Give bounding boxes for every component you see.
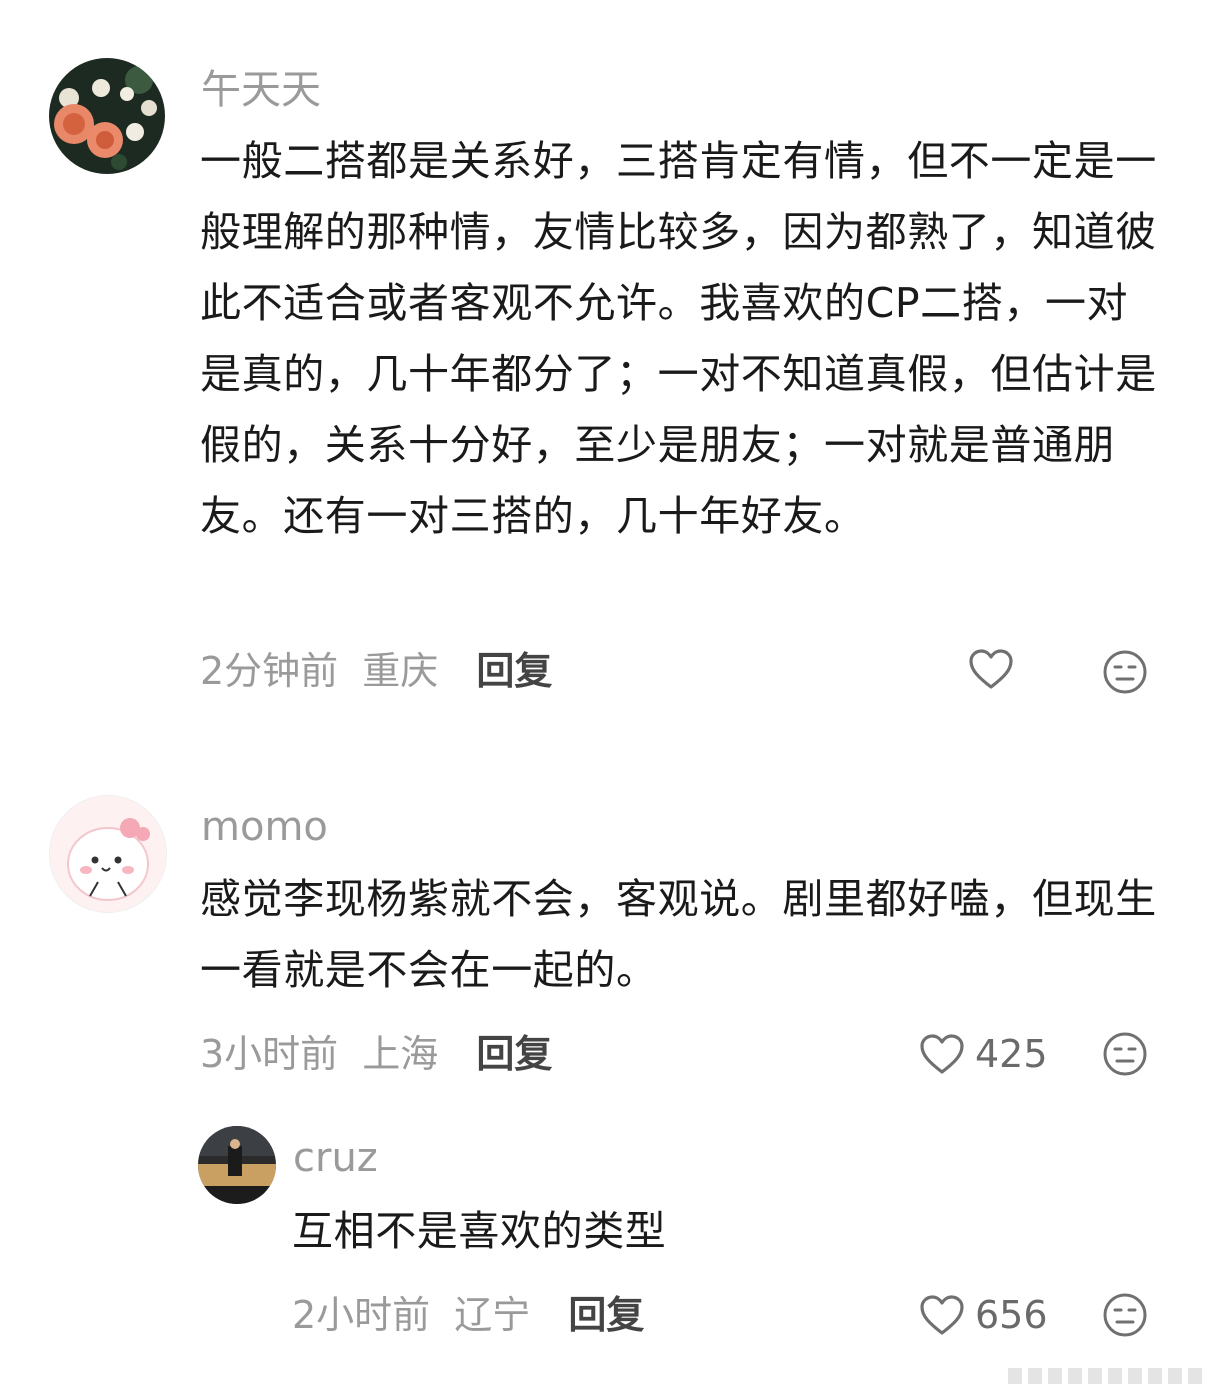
comment-meta: 3小时前 上海 回复 <box>200 1030 552 1078</box>
avatar-cartoon-image <box>50 796 166 912</box>
comment-time: 3小时前 <box>200 1032 339 1076</box>
username[interactable]: momo <box>201 803 328 851</box>
heart-outline-icon <box>919 1033 965 1075</box>
comment-text: 一般二搭都是关系好，三搭肯定有情，但不一定是一般理解的那种情，友情比较多，因为都… <box>200 137 1157 540</box>
comment-text: 互相不是喜欢的类型 <box>292 1207 667 1255</box>
reply-button[interactable]: 回复 <box>476 1032 552 1076</box>
comment-meta: 2小时前 辽宁 回复 <box>292 1291 644 1339</box>
username[interactable]: cruz <box>293 1134 378 1182</box>
heart-outline-icon <box>968 648 1014 690</box>
comment-location: 辽宁 <box>454 1293 531 1337</box>
comment-meta: 2分钟前 重庆 回复 <box>200 647 552 695</box>
dislike-button[interactable] <box>1102 1031 1148 1077</box>
reply-button[interactable]: 回复 <box>476 649 552 693</box>
like-button[interactable] <box>968 648 1024 690</box>
comment-location: 重庆 <box>362 649 439 693</box>
comment-text: 感觉李现杨紫就不会，客观说。剧里都好嗑，但现生一看就是不会在一起的。 <box>200 875 1157 994</box>
meh-face-icon <box>1102 1031 1148 1077</box>
heart-outline-icon <box>919 1294 965 1336</box>
dislike-button[interactable] <box>1102 649 1148 695</box>
like-button[interactable]: 656 <box>919 1291 1048 1339</box>
watermark-graphic <box>1008 1362 1208 1390</box>
avatar-car-photo <box>198 1126 276 1204</box>
comment-location: 上海 <box>362 1032 439 1076</box>
avatar[interactable] <box>49 58 165 174</box>
meh-face-icon <box>1102 1292 1148 1338</box>
comment-time: 2小时前 <box>292 1293 431 1337</box>
like-count: 656 <box>975 1293 1048 1337</box>
like-count: 425 <box>975 1032 1048 1076</box>
username[interactable]: 午天天 <box>201 66 321 114</box>
avatar-roses-image <box>49 58 165 174</box>
reply-button[interactable]: 回复 <box>568 1293 644 1337</box>
avatar[interactable] <box>198 1126 276 1204</box>
avatar[interactable] <box>49 795 167 913</box>
comment-time: 2分钟前 <box>200 649 339 693</box>
dislike-button[interactable] <box>1102 1292 1148 1338</box>
like-button[interactable]: 425 <box>919 1030 1048 1078</box>
meh-face-icon <box>1102 649 1148 695</box>
